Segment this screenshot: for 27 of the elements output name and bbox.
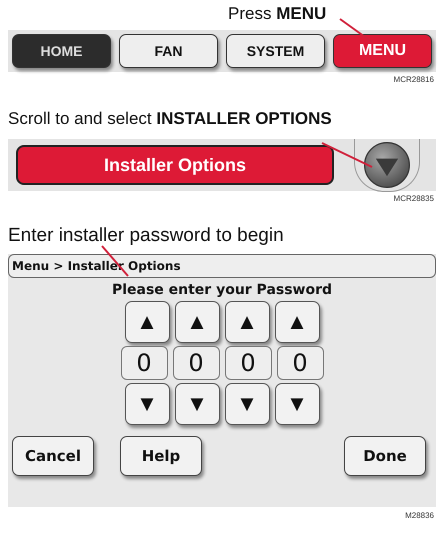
screen-button[interactable]: Help [120,436,202,476]
down-arrow-button[interactable]: ▼ [174,383,220,425]
down-arrow-button[interactable]: ▼ [274,383,320,425]
figure-code: M28836 [404,511,434,520]
tab-button[interactable]: FAN [119,34,218,68]
down-arrow-button[interactable]: ▼ [124,383,170,425]
figure-code: MCR28816 [392,75,434,84]
up-arrow-button[interactable]: ▲ [224,301,270,343]
digit-display: 0 [276,346,324,380]
digit-display: 0 [224,346,272,380]
up-arrow-button[interactable]: ▲ [124,301,170,343]
up-arrow-button[interactable]: ▲ [174,301,220,343]
screen-button[interactable]: Done [344,436,426,476]
instruction-text: Press MENU [228,4,326,24]
screen-button[interactable]: Cancel [12,436,94,476]
down-arrow-button[interactable]: ▼ [224,383,270,425]
up-arrow-button[interactable]: ▲ [274,301,320,343]
figure-code: MCR28835 [392,194,434,203]
digit-display: 0 [172,346,220,380]
instruction-text: Enter installer password to begin [8,225,285,247]
prompt-text: Please enter your Password [112,282,332,298]
tab-button[interactable]: SYSTEM [226,34,325,68]
installer-options-button[interactable]: Installer Options [16,145,334,185]
digit-display: 0 [120,346,168,380]
tab-button[interactable]: MENU [333,34,432,68]
tab-button[interactable]: HOME [12,34,111,68]
instruction-text: Scroll to and select INSTALLER OPTIONS [8,109,333,129]
